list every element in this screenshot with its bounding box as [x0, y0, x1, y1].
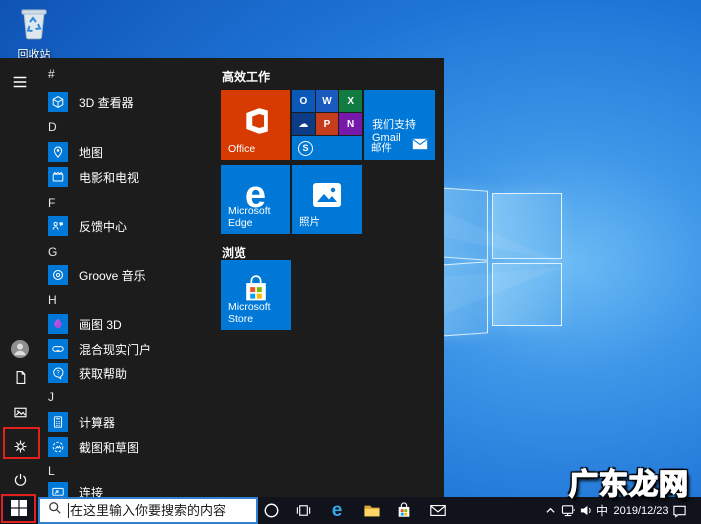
app-list-item-label: 3D 查看器 — [79, 94, 134, 111]
app-list-item-label: 获取帮助 — [79, 365, 127, 382]
small-tile-outlook[interactable]: O — [292, 90, 315, 112]
app-list-letter-header[interactable]: # — [48, 66, 55, 82]
file-explorer-icon[interactable] — [357, 497, 387, 524]
search-icon — [48, 501, 62, 520]
tile-office[interactable]: Office — [221, 90, 290, 160]
windows-desktop: 回收站 #3D 查看器D地图电影和电视F反馈中心GGroove 音乐H画图 — [0, 0, 701, 524]
calculator-icon — [48, 412, 68, 432]
start-menu-panel: #3D 查看器 D 地图电影和电视 F 反馈中心 G Groove 音乐 H 画图 3D 混合现实… — [0, 58, 444, 497]
tile-group-header[interactable]: 浏览 — [222, 244, 246, 261]
feedback-hub-icon — [48, 216, 68, 236]
mail-envelope-icon — [412, 137, 428, 155]
paint-3d-icon — [48, 314, 68, 334]
app-list-letter-header[interactable]: J — [48, 389, 54, 405]
app-list-letter-header[interactable]: D — [48, 119, 57, 135]
app-list-item-label: 电影和电视 — [79, 169, 139, 186]
app-list-item-connect[interactable]: 连接 — [48, 480, 212, 497]
app-list-item-calculator[interactable]: 计算器 — [48, 410, 212, 434]
tile-edge[interactable]: eMicrosoft Edge — [221, 165, 290, 234]
cortana-icon[interactable] — [256, 497, 286, 524]
start-menu-rail — [0, 58, 40, 497]
app-list-item-maps[interactable]: 地图 — [48, 140, 212, 164]
app-list-item-label: 计算器 — [79, 414, 115, 431]
app-list-item-label: 地图 — [79, 144, 103, 161]
skype-icon: S — [298, 141, 313, 156]
3d-viewer-icon — [48, 92, 68, 112]
windows-logo-icon — [11, 500, 27, 521]
search-input[interactable] — [70, 503, 256, 518]
tile-photos[interactable]: 照片 — [292, 165, 362, 234]
start-button[interactable] — [6, 500, 32, 521]
power-icon[interactable] — [10, 469, 30, 489]
taskbar-search-box[interactable] — [38, 497, 258, 524]
app-list-item-paint-3d[interactable]: 画图 3D — [48, 312, 212, 336]
recycle-bin-shortcut[interactable]: 回收站 — [8, 4, 60, 62]
connect-icon — [48, 482, 68, 497]
tile-label: 照片 — [299, 214, 320, 229]
groove-music-icon — [48, 265, 68, 285]
app-list-item-movies-tv[interactable]: 电影和电视 — [48, 165, 212, 189]
tile-label: Office — [228, 143, 255, 155]
windows-logo-pane — [492, 193, 562, 259]
snip-sketch-icon — [48, 437, 68, 457]
office-small-tiles: OWX ☁PN — [292, 90, 362, 135]
get-help-icon: ? — [48, 363, 68, 383]
movies-tv-icon — [48, 167, 68, 187]
app-list-letter-header[interactable]: L — [48, 463, 55, 479]
documents-icon[interactable] — [10, 367, 30, 387]
app-list-item-groove-music[interactable]: Groove 音乐 — [48, 263, 212, 287]
tile-group-header[interactable]: 高效工作 — [222, 68, 270, 85]
tray-chevron-up-icon[interactable] — [540, 497, 560, 524]
svg-text:?: ? — [56, 371, 60, 377]
app-list-item-3d-viewer[interactable]: 3D 查看器 — [48, 90, 212, 114]
small-tile-onenote[interactable]: N — [339, 113, 362, 135]
app-list-letter-header[interactable]: H — [48, 292, 57, 308]
small-tile-word[interactable]: W — [316, 90, 339, 112]
small-tile-skype[interactable]: S — [292, 136, 362, 160]
mixed-reality-icon — [48, 339, 68, 359]
mail-app-icon[interactable] — [423, 497, 453, 524]
app-list-item-snip-sketch[interactable]: 截图和草图 — [48, 435, 212, 459]
pictures-icon[interactable] — [10, 402, 30, 422]
start-menu-app-list: #3D 查看器 D 地图电影和电视 F 反馈中心 G Groove 音乐 H 画图 3D 混合现实… — [40, 58, 218, 497]
maps-icon — [48, 142, 68, 162]
recycle-bin-icon — [17, 27, 51, 44]
app-list-item-feedback-hub[interactable]: 反馈中心 — [48, 214, 212, 238]
windows-logo-pane — [492, 263, 562, 326]
watermark-text: 广东龙网 — [569, 461, 689, 503]
microsoft-store-icon[interactable] — [389, 497, 419, 524]
task-view-icon[interactable] — [288, 497, 318, 524]
tile-office-group[interactable]: OWX ☁PN S — [292, 90, 362, 160]
app-list-item-label: 连接 — [79, 484, 103, 498]
app-list-letter-header[interactable]: F — [48, 195, 55, 211]
user-avatar-icon[interactable] — [10, 339, 30, 359]
app-list-letter-header[interactable]: G — [48, 244, 57, 260]
hamburger-menu-icon[interactable] — [10, 72, 30, 92]
app-list-item-get-help[interactable]: ? 获取帮助 — [48, 361, 212, 385]
edge-browser-icon[interactable]: e — [322, 497, 352, 524]
tile-mail[interactable]: 我们支持 Gmail 邮件 — [364, 90, 435, 160]
tile-label: Microsoft Store — [228, 301, 291, 325]
tile-label: Microsoft Edge — [228, 205, 290, 229]
tile-store[interactable]: Microsoft Store — [221, 260, 291, 330]
settings-gear-icon[interactable] — [10, 436, 30, 456]
app-list-item-label: Groove 音乐 — [79, 267, 146, 284]
tile-label: 邮件 — [371, 140, 392, 155]
tray-clock-date[interactable]: 2019/12/23 — [612, 505, 670, 517]
small-tile-powerpoint[interactable]: P — [316, 113, 339, 135]
app-list-item-label: 混合现实门户 — [79, 341, 151, 358]
app-list-item-mixed-reality[interactable]: 混合现实门户 — [48, 337, 212, 361]
small-tile-excel[interactable]: X — [339, 90, 362, 112]
text-caret — [68, 503, 69, 518]
app-list-item-label: 反馈中心 — [79, 218, 127, 235]
start-menu-tiles: 高效工作 Office OWX ☁PN S 我们支持 Gmail 邮件 eMicrosof… — [218, 58, 444, 497]
small-tile-onedrive[interactable]: ☁ — [292, 113, 315, 135]
app-list-item-label: 画图 3D — [79, 316, 122, 333]
app-list-item-label: 截图和草图 — [79, 439, 139, 456]
